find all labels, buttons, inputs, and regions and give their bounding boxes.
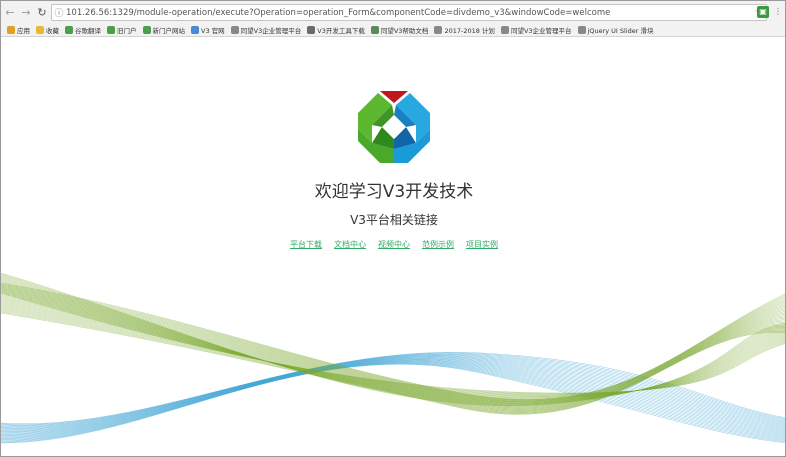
menu-icon[interactable]: ⋮	[772, 6, 784, 18]
bookmark-item[interactable]: 新门户网站	[142, 25, 186, 35]
bookmark-label: 同望V3帮助文档	[380, 27, 429, 35]
globe-icon	[65, 26, 73, 34]
address-bar[interactable]: ⓘ 101.26.56:1329/module-operation/execut…	[51, 4, 767, 21]
bookmark-item[interactable]: 2017-2018 计划	[434, 25, 495, 35]
extension-icon[interactable]: ▣	[757, 6, 769, 18]
link-download[interactable]: 平台下载	[290, 239, 322, 250]
bookmark-label: 2017-2018 计划	[444, 27, 495, 35]
bookmark-item[interactable]: 谷歌翻译	[65, 25, 101, 35]
browser-toolbar: ← → ↻ ⓘ 101.26.56:1329/module-operation/…	[1, 1, 785, 24]
bookmark-item[interactable]: 应用	[7, 25, 30, 35]
bookmark-label: 同望V3企业管理平台	[240, 27, 302, 35]
bookmark-label: 同望V3企业管理平台	[510, 27, 572, 35]
forward-icon[interactable]: →	[19, 6, 33, 20]
bookmark-label: 应用	[17, 27, 30, 35]
welcome-title: 欢迎学习V3开发技术	[314, 182, 474, 202]
link-projects[interactable]: 项目实例	[466, 239, 498, 250]
link-videos[interactable]: 视频中心	[378, 239, 410, 250]
page-content: 欢迎学习V3开发技术 V3平台相关链接 平台下载 文档中心 视频中心 范例示例 …	[1, 37, 785, 456]
decorative-waves	[1, 273, 785, 444]
bookmark-label: 新门户网站	[152, 27, 186, 35]
platform-links: 平台下载 文档中心 视频中心 范例示例 项目实例	[1, 239, 785, 250]
bookmark-label: jQuery UI Slider 滑块	[587, 27, 654, 35]
person-icon	[370, 26, 379, 34]
bookmark-item[interactable]: 同望V3企业管理平台	[230, 25, 302, 35]
bookmark-item[interactable]: V3开发工具下载	[307, 25, 365, 35]
bookmark-item[interactable]: 收藏	[36, 25, 59, 35]
link-docs[interactable]: 文档中心	[334, 239, 366, 250]
globe-icon	[107, 26, 115, 34]
wave-green-2	[1, 273, 785, 407]
page-icon	[577, 26, 586, 34]
gear-icon	[307, 26, 316, 34]
globe-icon	[142, 26, 151, 34]
apps-grid-icon	[7, 26, 15, 34]
bookmark-label: V3开发工具下载	[317, 27, 365, 35]
globe-icon	[191, 26, 199, 34]
bookmark-label: 收藏	[46, 27, 59, 35]
bookmark-item[interactable]: 同望V3企业管理平台	[500, 25, 572, 35]
bookmark-label: 旧门户	[117, 27, 137, 35]
page-icon	[434, 26, 443, 34]
bookmark-item[interactable]: jQuery UI Slider 滑块	[577, 25, 654, 35]
bookmarks-bar: 应用 收藏 谷歌翻译 旧门户 新门户网站 V3 官网 同望V3企业管理平台 V3开发工具下载 同…	[1, 24, 785, 37]
links-subtitle: V3平台相关链接	[350, 213, 438, 227]
link-examples[interactable]: 范例示例	[422, 239, 454, 250]
info-icon[interactable]: ⓘ	[52, 6, 66, 19]
folder-icon	[36, 26, 44, 34]
bookmark-item[interactable]: 同望V3帮助文档	[370, 25, 429, 35]
reload-icon[interactable]: ↻	[35, 6, 49, 20]
v3-logo	[358, 91, 430, 163]
bookmark-label: 谷歌翻译	[75, 27, 101, 35]
bookmark-item[interactable]: V3 官网	[191, 25, 225, 35]
bookmark-item[interactable]: 旧门户	[107, 25, 137, 35]
back-icon[interactable]: ←	[3, 6, 17, 20]
address-url[interactable]: 101.26.56:1329/module-operation/execute?…	[66, 8, 752, 18]
page-icon	[230, 26, 239, 34]
browser-window: ← → ↻ ⓘ 101.26.56:1329/module-operation/…	[0, 0, 786, 457]
bookmark-label: V3 官网	[201, 27, 225, 35]
page-icon	[500, 26, 509, 34]
